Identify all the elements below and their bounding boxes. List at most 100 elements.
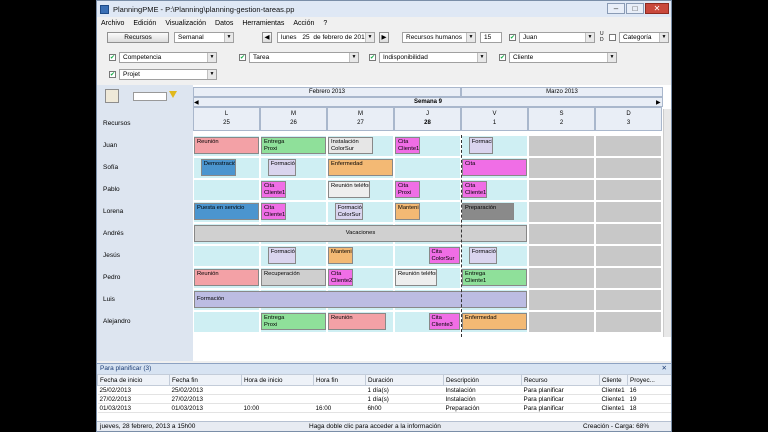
resource-label[interactable]: Pablo <box>103 186 120 193</box>
planning-cell[interactable] <box>395 158 460 178</box>
indisponibilidad-checkbox[interactable]: ✔ <box>369 54 376 61</box>
resource-type-select[interactable]: Recursos humanos ▼ <box>402 32 476 43</box>
next-date-button[interactable]: ▶ <box>379 32 389 43</box>
indisponibilidad-select[interactable]: Indisponibilidad ▼ <box>379 52 487 63</box>
projet-checkbox[interactable]: ✔ <box>109 71 116 78</box>
weekend-cell[interactable] <box>529 180 594 200</box>
planning-cell[interactable] <box>194 180 259 200</box>
week-next-icon[interactable]: ▶ <box>656 99 661 106</box>
menu-datos[interactable]: Datos <box>215 20 233 27</box>
planning-event[interactable]: Formación ColorSur <box>334 203 363 220</box>
planning-event[interactable]: Reunión teléfon <box>395 269 437 286</box>
menu-archivo[interactable]: Archivo <box>101 20 124 27</box>
weekend-cell[interactable] <box>529 202 594 222</box>
maximize-button[interactable]: □ <box>626 3 644 14</box>
cliente-checkbox[interactable]: ✔ <box>499 54 506 61</box>
resources-button[interactable]: Recursos <box>107 32 169 43</box>
planning-event[interactable]: Cita Proxi <box>395 181 420 198</box>
day-header[interactable]: S2 <box>528 107 595 131</box>
table-row[interactable]: 25/02/2013 25/02/2013 1 día(s) Instalación P… <box>97 385 671 395</box>
column-header[interactable]: Recurso <box>521 374 600 386</box>
day-header[interactable]: D3 <box>595 107 662 131</box>
scrollbar-vertical[interactable] <box>663 109 671 337</box>
prev-date-button[interactable]: ◀ <box>262 32 272 43</box>
planning-event[interactable]: Cita Cliente1 <box>462 181 487 198</box>
minimize-button[interactable]: – <box>607 3 625 14</box>
weekend-cell[interactable] <box>596 180 661 200</box>
table-row[interactable]: 27/02/2013 27/02/2013 1 día(s) Instalación P… <box>97 394 671 404</box>
planning-event[interactable]: Mantenim <box>395 203 420 220</box>
planning-cell[interactable] <box>194 312 259 332</box>
column-header[interactable]: Fecha fin <box>169 374 242 386</box>
weekend-cell[interactable] <box>529 224 594 244</box>
weekend-cell[interactable] <box>596 136 661 156</box>
weekend-cell[interactable] <box>596 246 661 266</box>
column-header[interactable]: Proyec... <box>627 374 671 386</box>
resource-label[interactable]: Juan <box>103 142 117 149</box>
resource-label[interactable]: Lorena <box>103 208 123 215</box>
day-header[interactable]: V1 <box>461 107 528 131</box>
planning-event[interactable]: Formación <box>468 137 494 154</box>
column-header[interactable]: Fecha de inicio <box>97 374 170 386</box>
date-picker[interactable]: lunes 25 de febrero de 201 ▼ <box>277 32 375 43</box>
planning-event[interactable]: Cita Cliente1 <box>261 181 286 198</box>
menu-accion[interactable]: Acción <box>293 20 314 27</box>
weekend-cell[interactable] <box>529 158 594 178</box>
planning-event[interactable]: Cita ColorSur <box>428 247 460 264</box>
planning-event[interactable]: Cita Cliente1 <box>395 137 420 154</box>
competencia-checkbox[interactable]: ✔ <box>109 54 116 61</box>
resource-label[interactable]: Alejandro <box>103 318 130 325</box>
planning-event[interactable]: Reunión <box>194 269 259 286</box>
projet-select[interactable]: Projet ▼ <box>119 69 217 80</box>
planning-event[interactable]: Enfermedad <box>462 313 527 330</box>
planning-event[interactable]: Formación <box>468 247 497 264</box>
planning-event[interactable]: Mantenim <box>328 247 353 264</box>
planning-cell[interactable] <box>194 246 259 266</box>
menu-herramientas[interactable]: Herramientas <box>242 20 284 27</box>
planning-event[interactable]: Recuperación <box>261 269 326 286</box>
tarea-select[interactable]: Tarea ▼ <box>249 52 359 63</box>
weekend-cell[interactable] <box>529 246 594 266</box>
planning-event[interactable]: Cita Cliente2 <box>328 269 353 286</box>
planning-event[interactable]: Formación <box>267 247 296 264</box>
user-checkbox[interactable]: ✔ <box>509 34 516 41</box>
column-header[interactable]: Cliente <box>599 374 628 386</box>
day-header[interactable]: L 25 <box>193 107 260 131</box>
resource-label[interactable]: Jesús <box>103 252 120 259</box>
filter-icon[interactable] <box>169 91 177 98</box>
menu-help[interactable]: ? <box>323 20 327 27</box>
spin-input[interactable]: 15 <box>480 32 502 43</box>
weekend-cell[interactable] <box>596 202 661 222</box>
category-checkbox[interactable] <box>609 34 616 41</box>
table-row[interactable]: 01/03/2013 01/03/2013 10:00 16:00 6h00 Prepar… <box>97 403 671 413</box>
planning-event[interactable]: Cita Cliente3 <box>428 313 460 330</box>
competencia-select[interactable]: Competencia ▼ <box>119 52 217 63</box>
day-header[interactable]: M 27 <box>327 107 394 131</box>
resource-label[interactable]: Sofía <box>103 164 118 171</box>
planning-event[interactable]: Entrega Proxi <box>261 137 326 154</box>
weekend-cell[interactable] <box>529 136 594 156</box>
planning-event[interactable]: Cita Cliente1 <box>261 203 286 220</box>
day-header[interactable]: M 26 <box>260 107 327 131</box>
column-header[interactable]: Hora fin <box>313 374 366 386</box>
weekend-cell[interactable] <box>596 224 661 244</box>
calendar-icon[interactable] <box>105 89 119 103</box>
column-header[interactable]: Descripción <box>443 374 522 386</box>
planning-event[interactable]: Entrega Cliente1 <box>462 269 527 286</box>
menu-edicion[interactable]: Edición <box>133 20 156 27</box>
user-select[interactable]: Juan ▼ <box>519 32 595 43</box>
tarea-checkbox[interactable]: ✔ <box>239 54 246 61</box>
category-select[interactable]: Categoría ▼ <box>619 32 669 43</box>
day-header[interactable]: J 28 <box>394 107 461 131</box>
planning-event[interactable]: Reunión <box>194 137 259 154</box>
resource-label[interactable]: Andrés <box>103 230 124 237</box>
panel-close-icon[interactable]: ✕ <box>662 364 667 374</box>
planning-event[interactable]: Reunión <box>328 313 387 330</box>
resource-label[interactable]: Pedro <box>103 274 120 281</box>
menu-visualizacion[interactable]: Visualización <box>165 20 206 27</box>
view-select[interactable]: Semanal ▼ <box>174 32 234 43</box>
weekend-cell[interactable] <box>529 268 594 288</box>
weekend-cell[interactable] <box>596 268 661 288</box>
planning-event[interactable]: Cita <box>462 159 527 176</box>
planning-event[interactable]: Formación <box>194 291 527 308</box>
